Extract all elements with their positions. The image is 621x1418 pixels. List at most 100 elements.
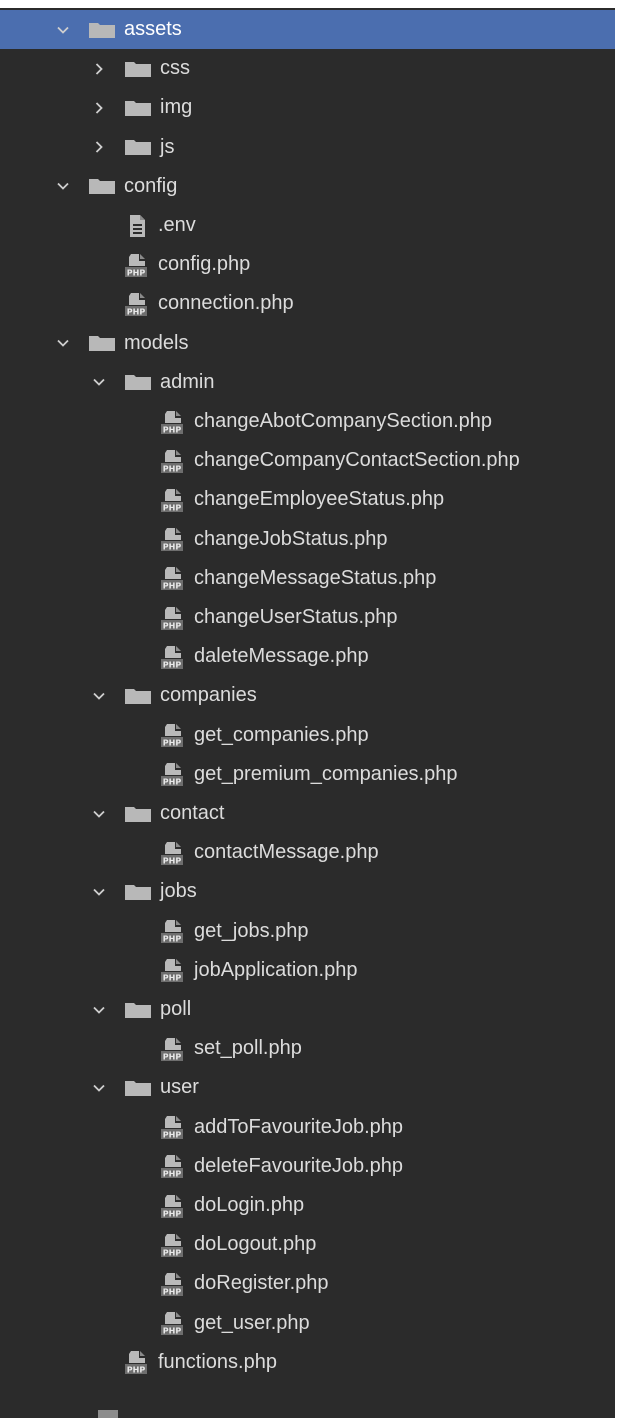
tree-item-label: css: [160, 57, 190, 80]
chevron-right-icon[interactable]: [88, 136, 110, 158]
chevron-down-icon[interactable]: [88, 881, 110, 903]
tree-item-doregister-php[interactable]: PHP doRegister.php: [0, 1264, 615, 1303]
svg-text:PHP: PHP: [163, 1170, 182, 1179]
php-file-icon: PHP: [160, 957, 186, 983]
tree-item-get-premium-companies-php[interactable]: PHP get_premium_companies.php: [0, 755, 615, 794]
php-file-icon: PHP: [160, 761, 186, 787]
tree-item-models[interactable]: models: [0, 324, 615, 363]
tree-item-deletefavouritejob-php[interactable]: PHP deleteFavouriteJob.php: [0, 1147, 615, 1186]
folder-icon: [124, 687, 152, 705]
tree-item-dologout-php[interactable]: PHP doLogout.php: [0, 1225, 615, 1264]
tree-item-label: companies: [160, 684, 257, 707]
tree-item-img[interactable]: img: [0, 88, 615, 127]
svg-text:PHP: PHP: [163, 935, 182, 944]
tree-item-changeabotcompanysection-php[interactable]: PHP changeAbotCompanySection.php: [0, 402, 615, 441]
chevron-down-icon[interactable]: [52, 175, 74, 197]
svg-text:PHP: PHP: [127, 268, 146, 277]
chevron-down-icon[interactable]: [52, 19, 74, 41]
svg-text:PHP: PHP: [163, 660, 182, 669]
svg-text:PHP: PHP: [163, 503, 182, 512]
tree-item-changejobstatus-php[interactable]: PHP changeJobStatus.php: [0, 520, 615, 559]
svg-text:PHP: PHP: [163, 1052, 182, 1061]
php-file-icon: PHP: [160, 1232, 186, 1258]
tree-item-label: get_companies.php: [194, 723, 369, 746]
tree-item-jobapplication-php[interactable]: PHP jobApplication.php: [0, 951, 615, 990]
tree-item-contact[interactable]: contact: [0, 794, 615, 833]
svg-text:PHP: PHP: [163, 543, 182, 552]
tree-item-get-companies-php[interactable]: PHP get_companies.php: [0, 716, 615, 755]
tree-item-config[interactable]: config: [0, 167, 615, 206]
tree-item-admin[interactable]: admin: [0, 363, 615, 402]
tree-item-label: doLogout.php: [194, 1233, 317, 1256]
tree-item-label: models: [124, 331, 189, 354]
chevron-down-icon[interactable]: [88, 803, 110, 825]
tree-item-user[interactable]: user: [0, 1068, 615, 1107]
folder-icon: [124, 99, 152, 117]
tree-item-label: set_poll.php: [194, 1037, 302, 1060]
tree-item-changemessagestatus-php[interactable]: PHP changeMessageStatus.php: [0, 559, 615, 598]
tree-item-daletemessage-php[interactable]: PHP daleteMessage.php: [0, 637, 615, 676]
php-file-icon: PHP: [160, 487, 186, 513]
chevron-down-icon[interactable]: [88, 1077, 110, 1099]
php-file-icon: PHP: [160, 605, 186, 631]
tree-item-label: daleteMessage.php: [194, 645, 369, 668]
tree-item-set-poll-php[interactable]: PHP set_poll.php: [0, 1029, 615, 1068]
svg-text:PHP: PHP: [163, 1248, 182, 1257]
folder-icon: [88, 334, 116, 352]
tree-item-label: admin: [160, 370, 215, 393]
svg-text:PHP: PHP: [163, 1131, 182, 1140]
tree-item-functions-php[interactable]: PHP functions.php: [0, 1343, 615, 1382]
tree-item-assets[interactable]: assets: [0, 10, 615, 49]
svg-text:PHP: PHP: [163, 856, 182, 865]
text-file-icon: [124, 213, 150, 239]
tree-item-js[interactable]: js: [0, 128, 615, 167]
svg-text:PHP: PHP: [163, 464, 182, 473]
tree-item-get-jobs-php[interactable]: PHP get_jobs.php: [0, 912, 615, 951]
partial-item-hint: [98, 1410, 118, 1418]
tree-item-companies[interactable]: companies: [0, 676, 615, 715]
svg-text:PHP: PHP: [163, 1287, 182, 1296]
folder-icon: [88, 177, 116, 195]
tree-item-label: assets: [124, 18, 182, 40]
tree-item-poll[interactable]: poll: [0, 990, 615, 1029]
svg-text:PHP: PHP: [163, 621, 182, 630]
php-file-icon: PHP: [160, 409, 186, 435]
tree-item-label: changeEmployeeStatus.php: [194, 488, 445, 511]
tree-item-label: jobApplication.php: [194, 958, 358, 981]
tree-item-label: jobs: [160, 880, 197, 903]
svg-text:PHP: PHP: [127, 1366, 146, 1375]
tree-item-changeuserstatus-php[interactable]: PHP changeUserStatus.php: [0, 598, 615, 637]
chevron-down-icon[interactable]: [88, 371, 110, 393]
chevron-right-icon[interactable]: [88, 97, 110, 119]
tree-item-connection-php[interactable]: PHP connection.php: [0, 284, 615, 323]
folder-icon: [124, 60, 152, 78]
tree-item-contactmessage-php[interactable]: PHP contactMessage.php: [0, 833, 615, 872]
chevron-down-icon[interactable]: [88, 999, 110, 1021]
chevron-down-icon[interactable]: [52, 332, 74, 354]
tree-item-get-user-php[interactable]: PHP get_user.php: [0, 1304, 615, 1343]
folder-icon: [124, 883, 152, 901]
php-file-icon: PHP: [160, 840, 186, 866]
tree-item-label: changeCompanyContactSection.php: [194, 449, 520, 472]
tree-item-changeemployeestatus-php[interactable]: PHP changeEmployeeStatus.php: [0, 480, 615, 519]
php-file-icon: PHP: [160, 644, 186, 670]
tree-item-label: doLogin.php: [194, 1194, 305, 1216]
php-file-icon: PHP: [160, 1114, 186, 1140]
tree-item-env[interactable]: .env: [0, 206, 615, 245]
chevron-down-icon[interactable]: [88, 685, 110, 707]
tree-item-jobs[interactable]: jobs: [0, 872, 615, 911]
tree-item-config-php[interactable]: PHP config.php: [0, 245, 615, 284]
tree-item-addtofavouritejob-php[interactable]: PHP addToFavouriteJob.php: [0, 1108, 615, 1147]
svg-text:PHP: PHP: [163, 1327, 182, 1336]
chevron-right-icon[interactable]: [88, 58, 110, 80]
project-file-tree: assets css img js config .env PHP config.php PHP…: [0, 0, 621, 1418]
tree-item-css[interactable]: css: [0, 49, 615, 88]
php-file-icon: PHP: [124, 291, 150, 317]
tree-item-dologin-php[interactable]: PHP doLogin.php: [0, 1186, 615, 1225]
svg-text:PHP: PHP: [127, 307, 146, 316]
tree-item-changecompanycontactsection-php[interactable]: PHP changeCompanyContactSection.php: [0, 441, 615, 480]
php-file-icon: PHP: [160, 526, 186, 552]
tree-item-label: changeJobStatus.php: [194, 527, 388, 550]
tree-item-label: poll: [160, 998, 192, 1020]
tree-item-label: addToFavouriteJob.php: [194, 1115, 404, 1138]
